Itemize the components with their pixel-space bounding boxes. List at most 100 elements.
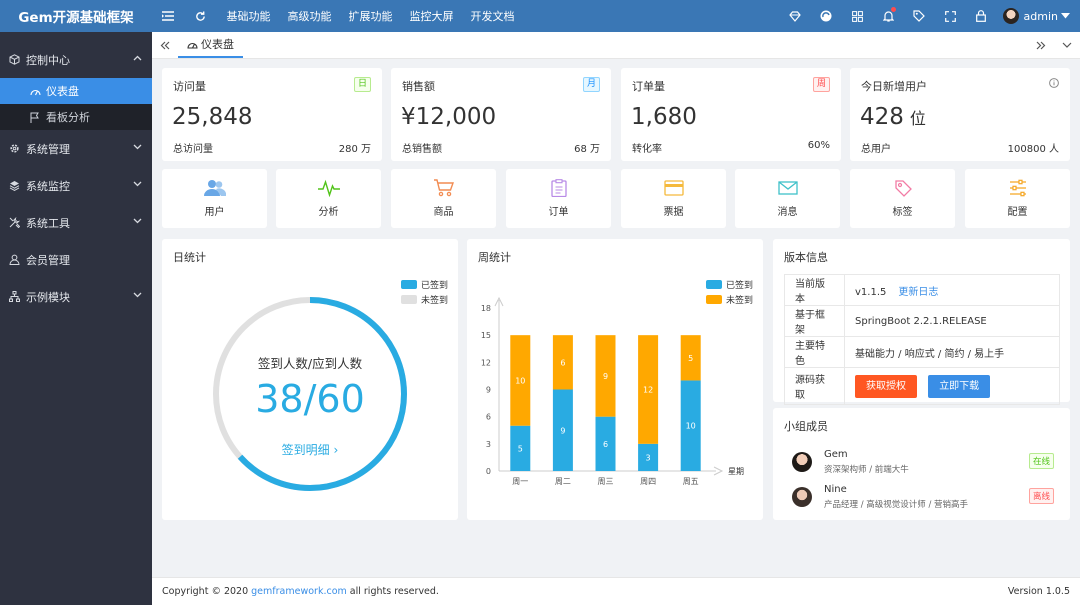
menu-toggle-icon[interactable] — [152, 0, 184, 32]
users-icon — [203, 180, 226, 196]
fullscreen-icon[interactable] — [935, 0, 966, 32]
daily-stats-card: 日统计 已签到 未签到 签到人数/应到人数 38/60 签到明细 › — [162, 239, 458, 520]
member-item[interactable]: Gem 资深架构师 / 前端大牛 在线 — [792, 449, 1054, 475]
quick-entry-config[interactable]: 配置 — [965, 169, 1070, 228]
stat-value: 428 位 — [860, 104, 926, 130]
top-menu-item-advanced[interactable]: 高级功能 — [279, 8, 340, 24]
info-icon[interactable] — [1049, 78, 1059, 88]
x-tick-label: 周二 — [555, 477, 571, 486]
quick-entry-orders[interactable]: 订单 — [506, 169, 611, 228]
mail-icon — [777, 181, 798, 195]
sidebar-group-system-management[interactable]: 系统管理 — [0, 130, 152, 167]
bar-data-label: 9 — [560, 426, 565, 435]
version-actions: 获取授权 立即下载 — [844, 367, 1060, 405]
stat-sub-label: 总销售额 — [402, 144, 442, 155]
tag-icon[interactable] — [904, 0, 935, 32]
site-link[interactable]: gemframework.com — [251, 586, 347, 597]
quick-entry-label: 商品 — [433, 207, 454, 218]
legend-item-signed[interactable]: 已签到 — [706, 277, 753, 292]
stat-label: 今日新增用户 — [861, 80, 927, 93]
changelog-link[interactable]: 更新日志 — [898, 287, 938, 298]
user-menu[interactable]: admin — [997, 0, 1080, 32]
top-menu-item-docs[interactable]: 开发文档 — [462, 8, 523, 24]
quick-entry-users[interactable]: 用户 — [162, 169, 267, 228]
get-license-button[interactable]: 获取授权 — [855, 374, 917, 398]
sitemap-icon — [8, 291, 20, 303]
top-menu-item-extended[interactable]: 扩展功能 — [340, 8, 401, 24]
bar-data-label: 9 — [603, 372, 608, 381]
bell-icon[interactable] — [873, 0, 904, 32]
version-value: SpringBoot 2.2.1.RELEASE — [844, 305, 1060, 337]
quick-entry-label: 消息 — [777, 207, 798, 218]
diamond-icon[interactable] — [780, 0, 811, 32]
grid-icon[interactable] — [842, 0, 873, 32]
tabs-scroll-right-icon[interactable] — [1028, 32, 1054, 58]
stat-label: 销售额 — [402, 80, 435, 93]
sidebar-group-system-monitor[interactable]: 系统监控 — [0, 167, 152, 204]
version-key: 源码获取 — [784, 367, 845, 405]
top-menu-item-monitor[interactable]: 监控大屏 — [401, 8, 462, 24]
app-brand[interactable]: Gem开源基础框架 — [0, 6, 152, 26]
tabs-menu-chevron-icon[interactable] — [1054, 32, 1080, 58]
stat-badge: 月 — [582, 77, 600, 92]
sidebar-group-system-tools[interactable]: 系统工具 — [0, 204, 152, 241]
chevron-down-icon — [133, 218, 142, 224]
cart-icon — [433, 179, 454, 197]
gauge-caption: 签到人数/应到人数 — [257, 356, 363, 371]
sidebar-group-control-center[interactable]: 控制中心 — [0, 41, 152, 78]
cube-icon — [8, 54, 20, 66]
gauge-value: 38/60 — [255, 377, 365, 421]
status-badge: 在线 — [1028, 453, 1054, 469]
x-tick-label: 周五 — [683, 477, 699, 486]
tag-icon — [894, 180, 912, 197]
member-item[interactable]: Nine 产品经理 / 高级视觉设计师 / 营销高手 离线 — [792, 484, 1054, 510]
flag-icon — [30, 112, 42, 123]
stat-card-orders: 订单量 周 1,680 转化率 60% — [621, 68, 841, 161]
stat-label: 订单量 — [632, 80, 665, 93]
sidebar: 控制中心 仪表盘 看板分析 系统管理 系统监控 系统工具 会员管理 示例模块 — [0, 32, 152, 605]
quick-entry-label: 票据 — [663, 207, 684, 218]
status-badge: 离线 — [1028, 488, 1054, 504]
card-title: 版本信息 — [784, 251, 828, 264]
legend-item-signed[interactable]: 已签到 — [401, 277, 448, 292]
main-content: 访问量 日 25,848 总访问量 280 万 销售额 月 ¥12,000 总销… — [152, 59, 1080, 577]
signin-detail-link[interactable]: 签到明细 › — [162, 441, 458, 458]
theme-icon[interactable] — [811, 0, 842, 32]
quick-entry-label: 配置 — [1007, 207, 1028, 218]
tab-dashboard[interactable]: 仪表盘 — [178, 32, 243, 58]
version-key: 当前版本 — [784, 274, 845, 306]
quick-entry-bills[interactable]: 票据 — [621, 169, 726, 228]
sidebar-item-board-analysis[interactable]: 看板分析 — [0, 104, 152, 130]
quick-entry-analysis[interactable]: 分析 — [276, 169, 381, 228]
member-desc: 产品经理 / 高级视觉设计师 / 营销高手 — [824, 500, 969, 510]
sidebar-item-label: 仪表盘 — [46, 85, 79, 98]
sidebar-group-examples[interactable]: 示例模块 — [0, 278, 152, 315]
lock-icon[interactable] — [966, 0, 997, 32]
quick-entry-messages[interactable]: 消息 — [735, 169, 840, 228]
app-version: Version 1.0.5 — [1007, 586, 1070, 597]
sidebar-group-label: 系统监控 — [26, 179, 70, 193]
sidebar-group-member-management[interactable]: 会员管理 — [0, 241, 152, 278]
quick-entry-label: 用户 — [204, 207, 225, 218]
stat-sub-label: 转化率 — [632, 144, 662, 155]
bar-data-label: 5 — [688, 354, 693, 363]
stat-value: 1,680 — [631, 104, 697, 130]
top-menu-item-basic[interactable]: 基础功能 — [218, 8, 279, 24]
quick-entry-tags[interactable]: 标签 — [850, 169, 955, 228]
gauge-icon — [187, 42, 198, 49]
version-key: 主要特色 — [784, 336, 845, 368]
refresh-icon[interactable] — [184, 0, 216, 32]
quick-entry-label: 订单 — [548, 207, 569, 218]
caret-down-icon — [1061, 13, 1070, 19]
sidebar-group-label: 系统管理 — [26, 142, 70, 156]
version-row-features: 主要特色 基础能力 / 响应式 / 简约 / 易上手 — [784, 336, 1060, 368]
tabs-scroll-left-icon[interactable] — [152, 32, 178, 58]
sidebar-item-dashboard[interactable]: 仪表盘 — [0, 78, 152, 104]
quick-entry-products[interactable]: 商品 — [391, 169, 496, 228]
y-tick-label: 15 — [481, 331, 491, 340]
version-key: 基于框架 — [784, 305, 845, 337]
bar-data-label: 6 — [560, 358, 565, 367]
download-button[interactable]: 立即下载 — [928, 374, 991, 398]
team-members-card: 小组成员 Gem 资深架构师 / 前端大牛 在线 Nine 产品经理 / 高级视… — [773, 408, 1070, 520]
stat-sub-value: 280 万 — [338, 144, 371, 155]
